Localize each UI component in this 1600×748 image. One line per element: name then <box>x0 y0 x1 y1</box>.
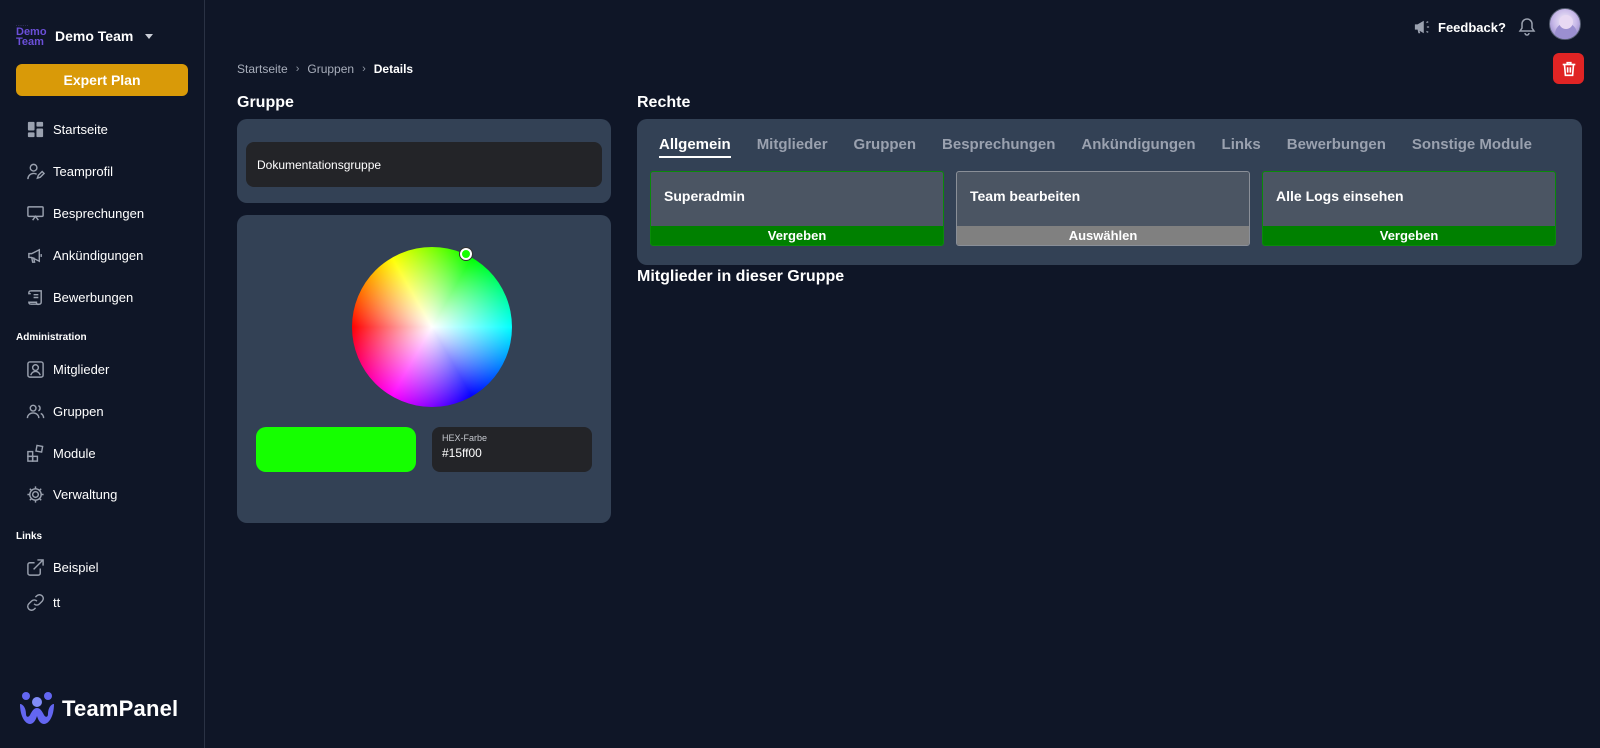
permission-select-button[interactable]: Auswählen <box>957 226 1249 245</box>
breadcrumb-gruppen[interactable]: Gruppen <box>307 62 354 76</box>
hex-color-field[interactable]: HEX-Farbe #15ff00 <box>432 427 592 472</box>
team-logo-line2: Team <box>16 36 44 48</box>
members-heading: Mitglieder in dieser Gruppe <box>637 268 845 285</box>
section-label-links: Links <box>16 531 43 542</box>
id-card-icon <box>27 360 44 378</box>
plan-button[interactable]: Expert Plan <box>16 64 188 96</box>
permission-grant-button[interactable]: Vergeben <box>651 226 943 245</box>
rights-heading: Rechte <box>637 94 691 111</box>
feedback-button[interactable]: Feedback? <box>1413 17 1506 37</box>
group-heading: Gruppe <box>237 94 294 111</box>
permission-title: Alle Logs einsehen <box>1276 188 1404 204</box>
sidebar-item-startseite[interactable]: Startseite <box>26 118 108 140</box>
sidebar-item-teamprofil[interactable]: Teamprofil <box>26 160 113 182</box>
tab-allgemein[interactable]: Allgemein <box>659 136 731 158</box>
chevron-right-icon: › <box>362 63 366 75</box>
rights-tabs: Allgemein Mitglieder Gruppen Besprechung… <box>659 136 1558 158</box>
sidebar-item-besprechungen[interactable]: Besprechungen <box>26 202 144 224</box>
sidebar-item-label: Startseite <box>53 121 108 137</box>
color-swatch <box>256 427 416 472</box>
sidebar-link-tt[interactable]: tt <box>26 591 60 613</box>
presentation-icon <box>27 205 44 221</box>
breadcrumb-startseite[interactable]: Startseite <box>237 62 288 76</box>
permission-title: Superadmin <box>664 188 745 204</box>
bell-icon[interactable] <box>1517 16 1537 36</box>
permission-grant-button[interactable]: Vergeben <box>1263 226 1555 245</box>
breadcrumb: Startseite › Gruppen › Details <box>237 61 413 77</box>
sidebar-item-label: tt <box>53 594 61 610</box>
sidebar-item-mitglieder[interactable]: Mitglieder <box>26 358 109 380</box>
tab-links[interactable]: Links <box>1222 136 1261 158</box>
users-icon <box>26 404 45 418</box>
tab-gruppen[interactable]: Gruppen <box>854 136 917 158</box>
hex-color-value: #15ff00 <box>442 446 482 460</box>
gear-icon <box>27 485 44 503</box>
sidebar-item-label: Bewerbungen <box>53 289 134 305</box>
team-name: Demo Team <box>55 28 134 44</box>
sidebar-item-label: Gruppen <box>53 403 104 419</box>
sidebar-item-label: Teamprofil <box>53 163 113 179</box>
sidebar-item-module[interactable]: Module <box>26 442 96 464</box>
tab-mitglieder[interactable]: Mitglieder <box>757 136 828 158</box>
tab-besprechungen[interactable]: Besprechungen <box>942 136 1055 158</box>
teampanel-logo-icon <box>20 692 54 724</box>
feedback-label: Feedback? <box>1438 19 1506 35</box>
permission-title: Team bearbeiten <box>970 188 1081 204</box>
sidebar-item-label: Mitglieder <box>53 361 110 377</box>
delete-button[interactable] <box>1553 53 1584 84</box>
brand-name: TeamPanel <box>62 696 179 721</box>
sidebar-item-label: Verwaltung <box>53 486 118 502</box>
user-edit-icon <box>27 163 45 179</box>
permission-card-alle-logs: Alle Logs einsehen Vergeben <box>1262 171 1556 246</box>
external-link-icon <box>27 558 44 576</box>
sidebar-item-verwaltung[interactable]: Verwaltung <box>26 483 117 505</box>
sidebar-item-bewerbungen[interactable]: Bewerbungen <box>26 286 133 308</box>
tab-bewerbungen[interactable]: Bewerbungen <box>1287 136 1386 158</box>
chevron-down-icon <box>145 33 154 39</box>
team-logo: · · · · · · · Demo Team <box>16 23 47 48</box>
brand-logo: TeamPanel <box>18 690 178 728</box>
sidebar-item-label: Besprechungen <box>53 205 145 221</box>
sidebar: · · · · · · · Demo Team Demo Team Expert… <box>0 0 205 748</box>
section-label-administration: Administration <box>16 332 87 343</box>
permission-card-team-bearbeiten: Team bearbeiten Auswählen <box>956 171 1250 246</box>
permission-card-superadmin: Superadmin Vergeben <box>650 171 944 246</box>
color-wheel-handle[interactable] <box>460 248 472 260</box>
sidebar-item-gruppen[interactable]: Gruppen <box>26 400 104 422</box>
sidebar-item-label: Ankündigungen <box>53 247 144 263</box>
trash-icon <box>1562 61 1575 76</box>
sidebar-item-ankuendigungen[interactable]: Ankündigungen <box>26 244 143 266</box>
sidebar-item-label: Beispiel <box>53 559 99 575</box>
scroll-icon <box>28 289 42 305</box>
link-icon <box>27 593 44 611</box>
megaphone-icon <box>1414 20 1430 34</box>
modules-icon <box>27 444 44 462</box>
team-switcher[interactable]: · · · · · · · Demo Team Demo Team <box>16 23 154 48</box>
hex-color-label: HEX-Farbe <box>442 433 488 443</box>
avatar[interactable] <box>1549 8 1581 40</box>
sidebar-item-label: Module <box>53 445 96 461</box>
chevron-right-icon: › <box>295 63 300 75</box>
dashboard-icon <box>27 121 44 137</box>
megaphone-icon <box>28 248 42 263</box>
breadcrumb-details: Details <box>373 62 414 76</box>
color-wheel[interactable] <box>352 247 512 407</box>
sidebar-link-beispiel[interactable]: Beispiel <box>26 556 99 578</box>
tab-sonstige-module[interactable]: Sonstige Module <box>1412 136 1532 158</box>
group-name-input[interactable]: Dokumentationsgruppe <box>246 142 602 187</box>
tab-ankuendigungen[interactable]: Ankündigungen <box>1081 136 1195 158</box>
